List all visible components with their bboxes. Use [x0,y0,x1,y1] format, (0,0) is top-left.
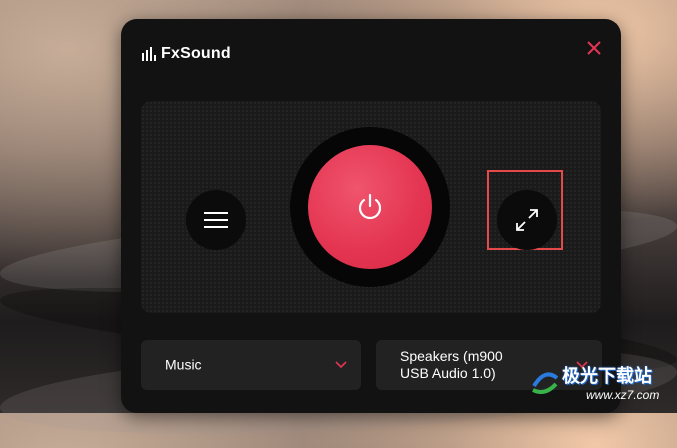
fxsound-window: FxSound Music Speakers (m900 USB Audio 1… [121,19,621,413]
power-ring [290,127,450,287]
watermark-logo-icon [532,372,559,394]
close-button[interactable] [583,37,605,59]
watermark: 极光下载站 www.xz7.com [530,358,677,413]
watermark-url: www.xz7.com [586,388,660,402]
preset-value: Music [165,356,202,373]
hamburger-menu-icon [204,212,228,228]
expand-button[interactable] [497,190,557,250]
app-title: FxSound [161,45,231,62]
expand-icon [516,209,538,231]
app-logo: FxSound [141,45,231,63]
control-panel [141,101,601,313]
output-device-value: Speakers (m900 USB Audio 1.0) [400,348,503,381]
close-icon [587,41,601,55]
equalizer-bars-icon [142,47,156,61]
menu-button[interactable] [186,190,246,250]
preset-dropdown[interactable]: Music [141,340,361,390]
chevron-down-icon [335,361,347,369]
power-button[interactable] [308,145,432,269]
power-icon [358,193,382,220]
watermark-text: 极光下载站 [562,366,652,386]
